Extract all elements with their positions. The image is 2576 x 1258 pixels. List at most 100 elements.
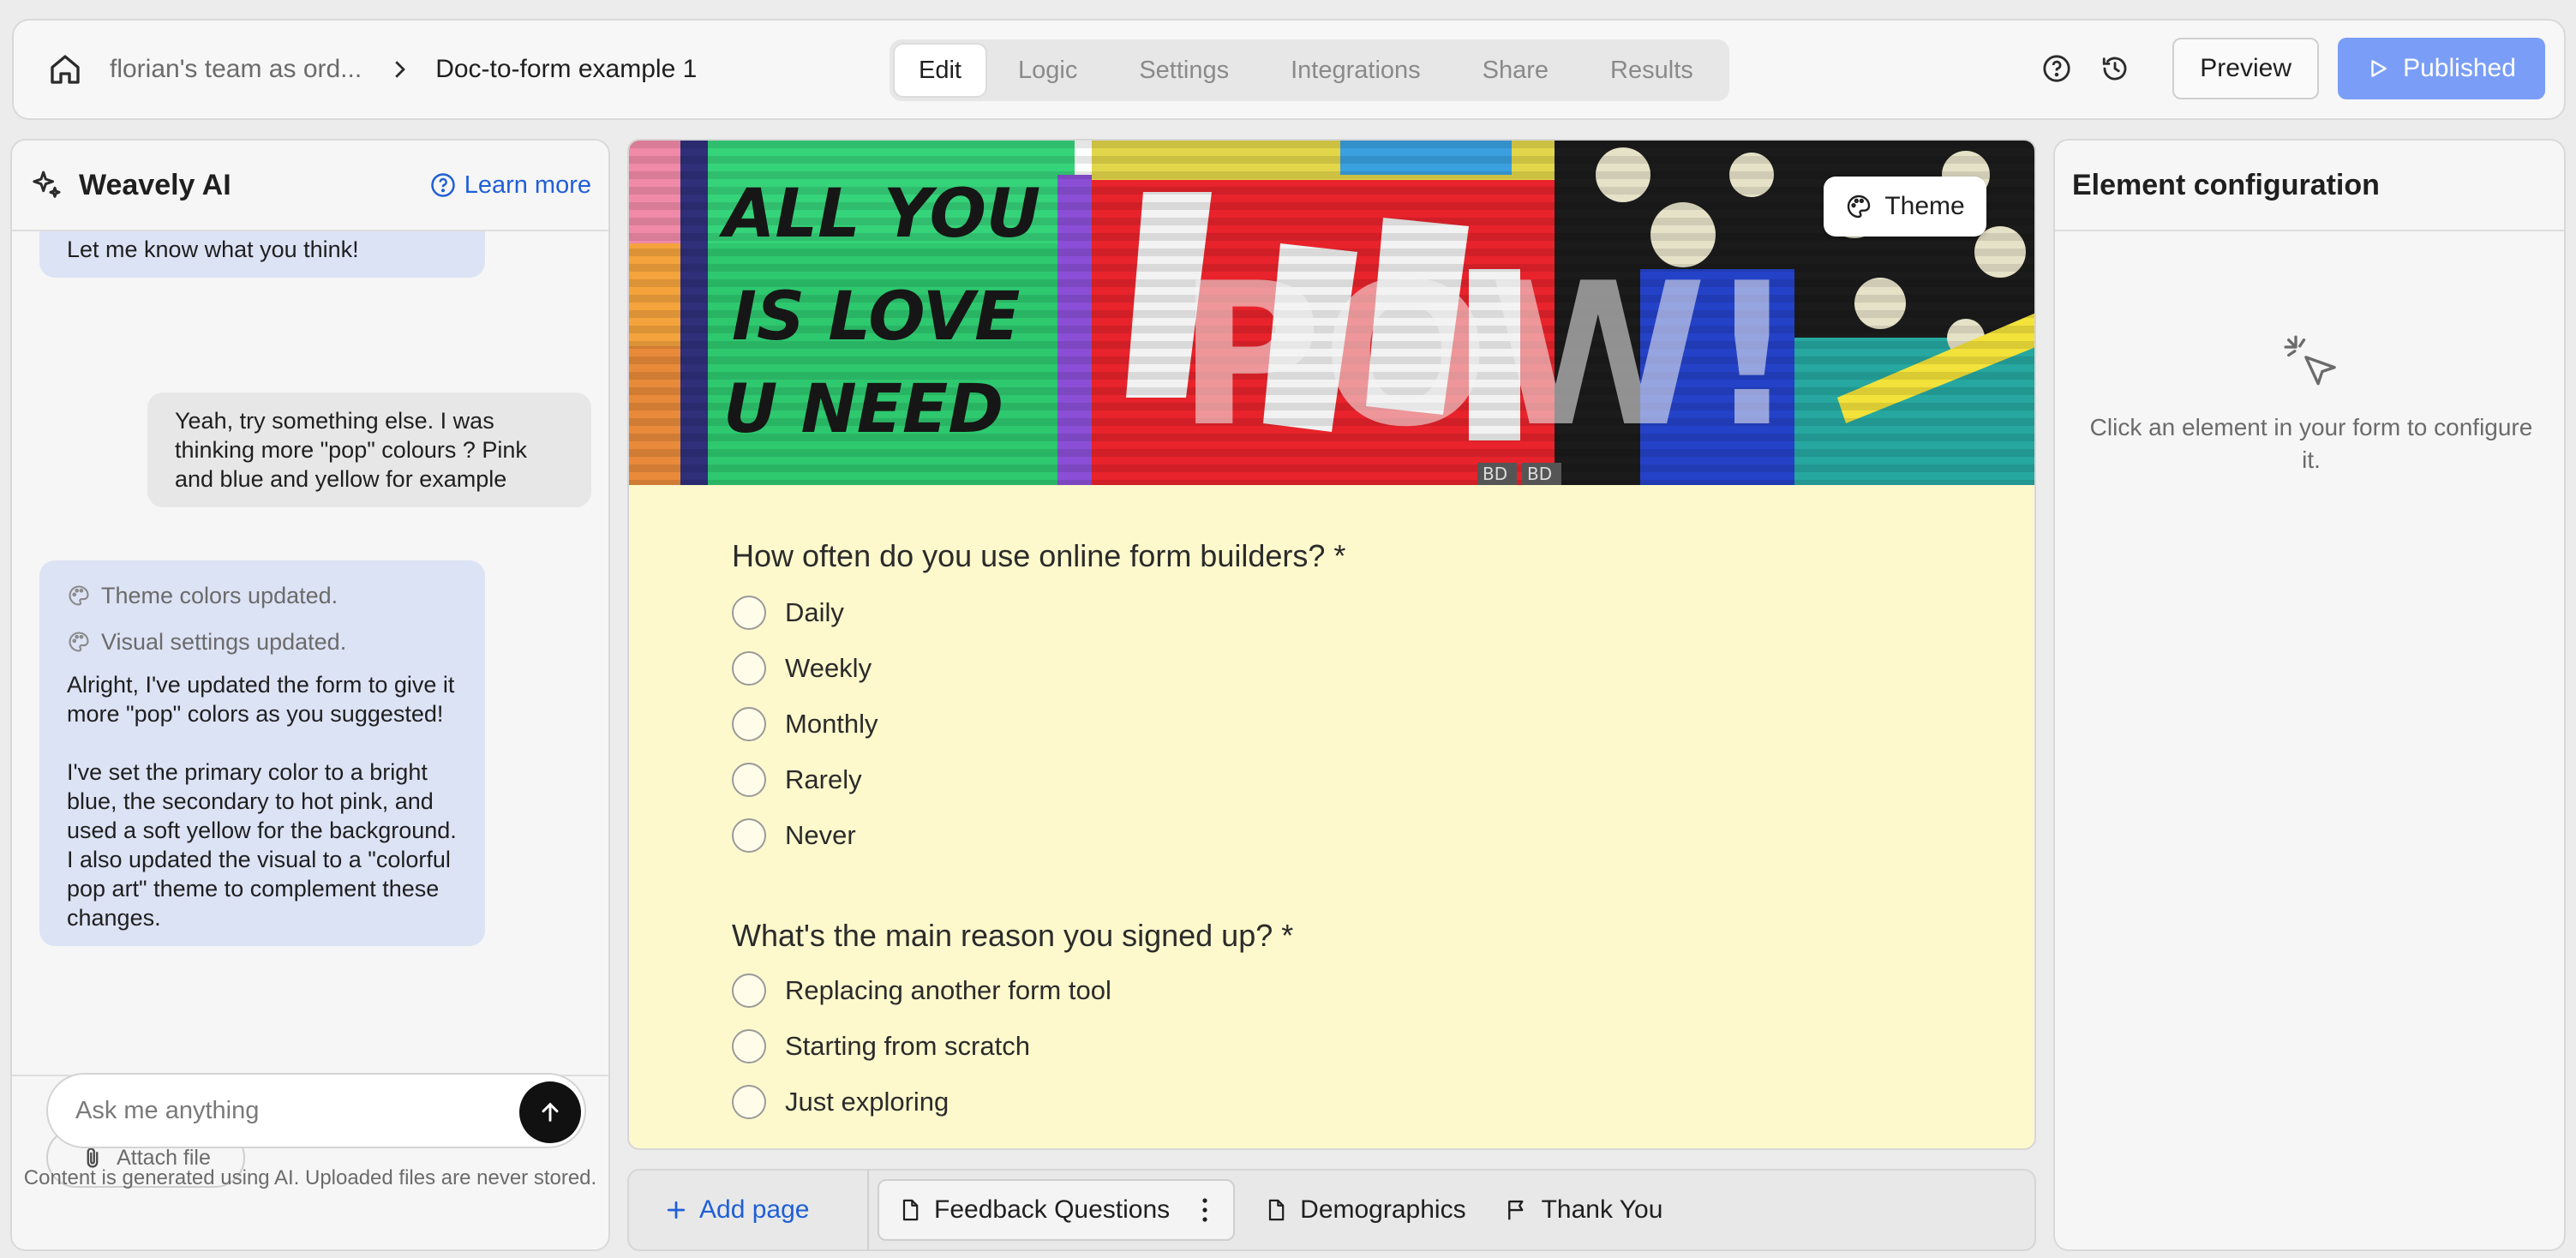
tab-settings[interactable]: Settings xyxy=(1108,43,1260,98)
palette-icon xyxy=(67,630,91,654)
status-text: Visual settings updated. xyxy=(101,629,347,655)
option-label: Just exploring xyxy=(785,1086,950,1117)
option-label: Rarely xyxy=(785,764,862,794)
learn-more-label: Learn more xyxy=(464,171,591,199)
play-icon xyxy=(2367,57,2389,80)
radio-option[interactable]: Just exploring xyxy=(732,1074,1345,1129)
page-tabs-bar: Add page Feedback Questions Demographics… xyxy=(627,1169,2036,1251)
help-icon[interactable] xyxy=(2037,49,2076,88)
radio-button[interactable] xyxy=(732,595,766,630)
arrow-up-icon xyxy=(536,1099,564,1126)
radio-button[interactable] xyxy=(732,762,766,797)
radio-option[interactable]: Starting from scratch xyxy=(732,1018,1345,1074)
ai-message-text: I've set the primary color to a bright b… xyxy=(67,759,457,931)
banner-art-text: IS LOVE xyxy=(732,279,1020,356)
radio-button[interactable] xyxy=(732,1084,766,1119)
ask-input[interactable]: Ask me anything xyxy=(46,1073,586,1148)
file-icon xyxy=(1264,1197,1288,1223)
theme-button[interactable]: Theme xyxy=(1824,177,1986,237)
radio-option[interactable]: Never xyxy=(732,807,1345,863)
ai-panel-header: Weavely AI Learn more xyxy=(12,141,608,231)
page-tab-label: Thank You xyxy=(1541,1195,1663,1224)
file-icon xyxy=(898,1197,922,1223)
plus-icon xyxy=(663,1197,689,1223)
banner-art-text: POW! xyxy=(1177,242,1797,470)
ask-input-placeholder: Ask me anything xyxy=(75,1096,260,1124)
radio-option[interactable]: Weekly xyxy=(732,640,1345,696)
theme-label: Theme xyxy=(1884,192,1965,220)
option-label: Never xyxy=(785,819,856,850)
send-button[interactable] xyxy=(519,1081,581,1143)
status-visual-settings: Visual settings updated. xyxy=(67,619,458,665)
tab-results[interactable]: Results xyxy=(1579,43,1724,98)
flag-icon xyxy=(1504,1197,1530,1223)
ai-message-text: Alright, I've updated the form to give i… xyxy=(67,672,455,727)
config-panel-hint: Click an element in your form to configu… xyxy=(2089,414,2533,473)
banner-art-text: U NEED xyxy=(723,371,1003,448)
radio-button[interactable] xyxy=(732,650,766,686)
home-icon[interactable] xyxy=(46,51,84,88)
history-icon[interactable] xyxy=(2095,49,2135,88)
tab-edit[interactable]: Edit xyxy=(893,43,987,98)
banner-tag: BD xyxy=(1527,464,1552,484)
banner-tag: BD xyxy=(1483,464,1507,484)
radio-button[interactable] xyxy=(732,818,766,853)
tab-logic[interactable]: Logic xyxy=(987,43,1108,98)
palette-icon xyxy=(1845,193,1872,220)
radio-button[interactable] xyxy=(732,973,766,1008)
option-label: Starting from scratch xyxy=(785,1030,1030,1061)
help-circle-icon xyxy=(430,172,456,198)
breadcrumb: florian's team as ord... Doc-to-form exa… xyxy=(46,51,697,88)
ai-disclaimer: Content is generated using AI. Uploaded … xyxy=(23,1166,597,1189)
palette-icon xyxy=(67,584,91,608)
banner-art-text: ALL YOU xyxy=(718,176,1040,253)
radio-option[interactable]: Rarely xyxy=(732,752,1345,807)
radio-option[interactable]: Monthly xyxy=(732,696,1345,752)
published-label: Published xyxy=(2403,54,2516,82)
add-page-button[interactable]: Add page xyxy=(663,1195,854,1225)
status-theme-colors: Theme colors updated. xyxy=(67,572,458,619)
form-canvas[interactable]: ALL YOU IS LOVE U NEED POW! BD BD Theme … xyxy=(627,139,2036,1150)
ai-message: Theme colors updated. Visual settings up… xyxy=(39,560,485,946)
editor-tabs: Edit Logic Settings Integrations Share R… xyxy=(890,39,1729,101)
radio-button[interactable] xyxy=(732,706,766,741)
ai-message: Let me know what you think! xyxy=(39,231,485,278)
published-button[interactable]: Published xyxy=(2338,38,2545,99)
page-tab-label: Demographics xyxy=(1300,1195,1466,1224)
radio-button[interactable] xyxy=(732,1028,766,1063)
chat-history[interactable]: Let me know what you think! Yeah, try so… xyxy=(12,231,608,1075)
page-tab-thank-you[interactable]: Thank You xyxy=(1485,1179,1682,1241)
question-title[interactable]: What's the main reason you signed up? * xyxy=(732,914,1345,957)
question-title[interactable]: How often do you use online form builder… xyxy=(732,535,1345,578)
sparkles-icon xyxy=(29,168,63,202)
config-panel-title: Element configuration xyxy=(2055,141,2564,231)
breadcrumb-team[interactable]: florian's team as ord... xyxy=(110,55,362,84)
cover-image[interactable]: ALL YOU IS LOVE U NEED POW! BD BD Theme xyxy=(629,141,2034,485)
divider xyxy=(867,1169,869,1251)
more-vertical-icon[interactable] xyxy=(1195,1193,1214,1227)
top-bar: florian's team as ord... Doc-to-form exa… xyxy=(12,19,2566,120)
page-tab-label: Feedback Questions xyxy=(934,1195,1171,1224)
radio-option[interactable]: Daily xyxy=(732,584,1345,640)
option-label: Replacing another form tool xyxy=(785,974,1111,1005)
option-label: Monthly xyxy=(785,708,878,739)
user-message-text: Yeah, try something else. I was thinking… xyxy=(175,408,527,492)
option-label: Daily xyxy=(785,596,844,627)
radio-option[interactable]: Replacing another form tool xyxy=(732,962,1345,1018)
tab-share[interactable]: Share xyxy=(1452,43,1579,98)
page-tab-demographics[interactable]: Demographics xyxy=(1245,1179,1484,1241)
preview-button[interactable]: Preview xyxy=(2172,38,2319,99)
cursor-click-icon xyxy=(2279,331,2345,396)
form-body: How often do you use online form builder… xyxy=(732,535,1345,1129)
option-label: Weekly xyxy=(785,652,872,683)
ai-message-text: Let me know what you think! xyxy=(67,237,359,262)
user-message: Yeah, try something else. I was thinking… xyxy=(147,392,591,507)
tab-integrations[interactable]: Integrations xyxy=(1260,43,1452,98)
page-tab-feedback-questions[interactable]: Feedback Questions xyxy=(878,1179,1236,1241)
element-configuration-panel: Element configuration Click an element i… xyxy=(2053,139,2566,1251)
add-page-label: Add page xyxy=(699,1195,810,1224)
status-text: Theme colors updated. xyxy=(101,583,338,608)
learn-more-link[interactable]: Learn more xyxy=(430,171,591,200)
breadcrumb-form-title[interactable]: Doc-to-form example 1 xyxy=(435,55,697,84)
chevron-right-icon xyxy=(384,54,415,85)
